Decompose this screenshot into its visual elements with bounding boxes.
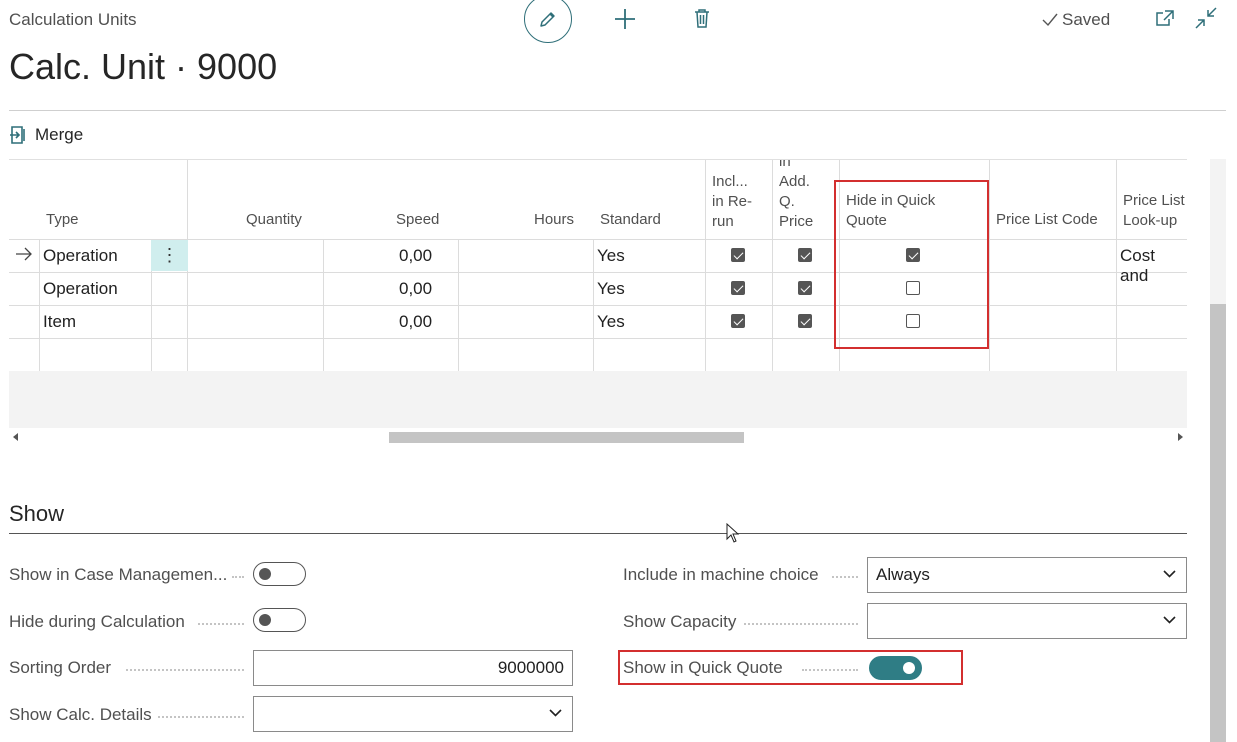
- plus-icon: [615, 9, 635, 29]
- horizontal-scrollbar[interactable]: [9, 429, 1187, 445]
- pencil-icon: [540, 12, 555, 27]
- chevron-down-icon: [549, 709, 562, 717]
- column-header-standard[interactable]: Standard: [600, 210, 661, 230]
- column-header-hours[interactable]: Hours: [534, 210, 574, 230]
- checkbox-incl-add-q-price[interactable]: [798, 248, 812, 262]
- cell-speed[interactable]: 0,00: [399, 312, 432, 332]
- label-show-in-case-management: Show in Case Managemen...: [9, 565, 228, 584]
- merge-button[interactable]: Merge: [10, 125, 83, 145]
- merge-label: Merge: [35, 125, 84, 144]
- row-actions-menu-icon[interactable]: ⋮: [151, 240, 188, 271]
- column-header-incl-rerun[interactable]: Incl... in Re-run: [712, 172, 752, 232]
- cell-standard[interactable]: Yes: [597, 312, 625, 332]
- label-hide-during-calculation: Hide during Calculation: [9, 612, 185, 631]
- show-capacity-select[interactable]: [867, 603, 1187, 639]
- checkbox-incl-add-q-price[interactable]: [798, 281, 812, 295]
- cell-type[interactable]: Operation: [43, 246, 118, 266]
- scroll-right-icon[interactable]: [1177, 433, 1183, 441]
- column-header-speed[interactable]: Speed: [396, 210, 439, 230]
- column-header-price-list-lookup[interactable]: Price List Look-up: [1123, 191, 1185, 231]
- collapse-icon: [1195, 7, 1217, 29]
- label-show-capacity: Show Capacity: [623, 612, 737, 631]
- toggle-show-in-case-management[interactable]: [253, 562, 306, 586]
- column-header-incl-add-q-price[interactable]: in Add. Q. Price: [779, 160, 813, 232]
- checkbox-incl-rerun[interactable]: [731, 314, 745, 328]
- scroll-left-icon[interactable]: [13, 433, 19, 441]
- vertical-scrollbar[interactable]: [1210, 159, 1226, 742]
- saved-label: Saved: [1062, 10, 1111, 29]
- chevron-down-icon: [1163, 570, 1176, 578]
- label-show-calc-details: Show Calc. Details: [9, 705, 152, 724]
- cell-speed[interactable]: 0,00: [399, 246, 432, 266]
- cell-speed[interactable]: 0,00: [399, 279, 432, 299]
- cell-type[interactable]: Item: [43, 312, 76, 332]
- empty-new-row[interactable]: [9, 339, 1187, 371]
- grid-empty-area: [9, 371, 1187, 428]
- toggle-hide-during-calculation[interactable]: [253, 608, 306, 632]
- column-header-price-list-code[interactable]: Price List Code: [996, 210, 1098, 230]
- edit-button[interactable]: [524, 0, 572, 43]
- label-sorting-order: Sorting Order: [9, 658, 112, 677]
- include-in-machine-choice-select[interactable]: Always: [867, 557, 1187, 593]
- horizontal-scrollbar-thumb[interactable]: [389, 432, 744, 443]
- cell-type[interactable]: Operation: [43, 279, 118, 299]
- open-in-new-window-button[interactable]: [1154, 7, 1176, 29]
- merge-icon: [10, 126, 25, 144]
- check-icon: [1042, 13, 1058, 27]
- page-title: Calc. Unit · 9000: [9, 46, 278, 87]
- label-include-in-machine-choice: Include in machine choice: [623, 565, 819, 584]
- breadcrumb[interactable]: Calculation Units: [9, 10, 137, 30]
- title-divider: [9, 110, 1226, 111]
- lines-grid: Type Quantity Speed Hours Standard Incl.…: [9, 159, 1187, 371]
- current-row-arrow-icon: [15, 246, 33, 266]
- new-button[interactable]: [612, 6, 638, 32]
- trash-icon: [695, 9, 709, 28]
- highlight-box-hide-in-quick-quote: [834, 180, 989, 349]
- cell-standard[interactable]: Yes: [597, 246, 625, 266]
- cell-standard[interactable]: Yes: [597, 279, 625, 299]
- delete-button[interactable]: [690, 6, 714, 30]
- column-header-quantity[interactable]: Quantity: [246, 210, 302, 230]
- section-title-show[interactable]: Show: [9, 501, 64, 527]
- highlight-box-show-in-quick-quote: [618, 650, 963, 685]
- saved-status: Saved: [1042, 10, 1110, 30]
- mouse-cursor-icon: [726, 523, 740, 543]
- collapse-button[interactable]: [1194, 6, 1218, 30]
- vertical-scrollbar-thumb[interactable]: [1210, 304, 1226, 742]
- show-calc-details-select[interactable]: [253, 696, 573, 732]
- checkbox-incl-rerun[interactable]: [731, 248, 745, 262]
- checkbox-incl-add-q-price[interactable]: [798, 314, 812, 328]
- column-header-type[interactable]: Type: [46, 210, 79, 230]
- sorting-order-input[interactable]: 9000000: [253, 650, 573, 686]
- cell-price-list-lookup[interactable]: Cost and: [1120, 246, 1187, 286]
- open-new-window-icon: [1156, 10, 1174, 26]
- chevron-down-icon: [1163, 616, 1176, 624]
- section-divider: [9, 533, 1187, 534]
- checkbox-incl-rerun[interactable]: [731, 281, 745, 295]
